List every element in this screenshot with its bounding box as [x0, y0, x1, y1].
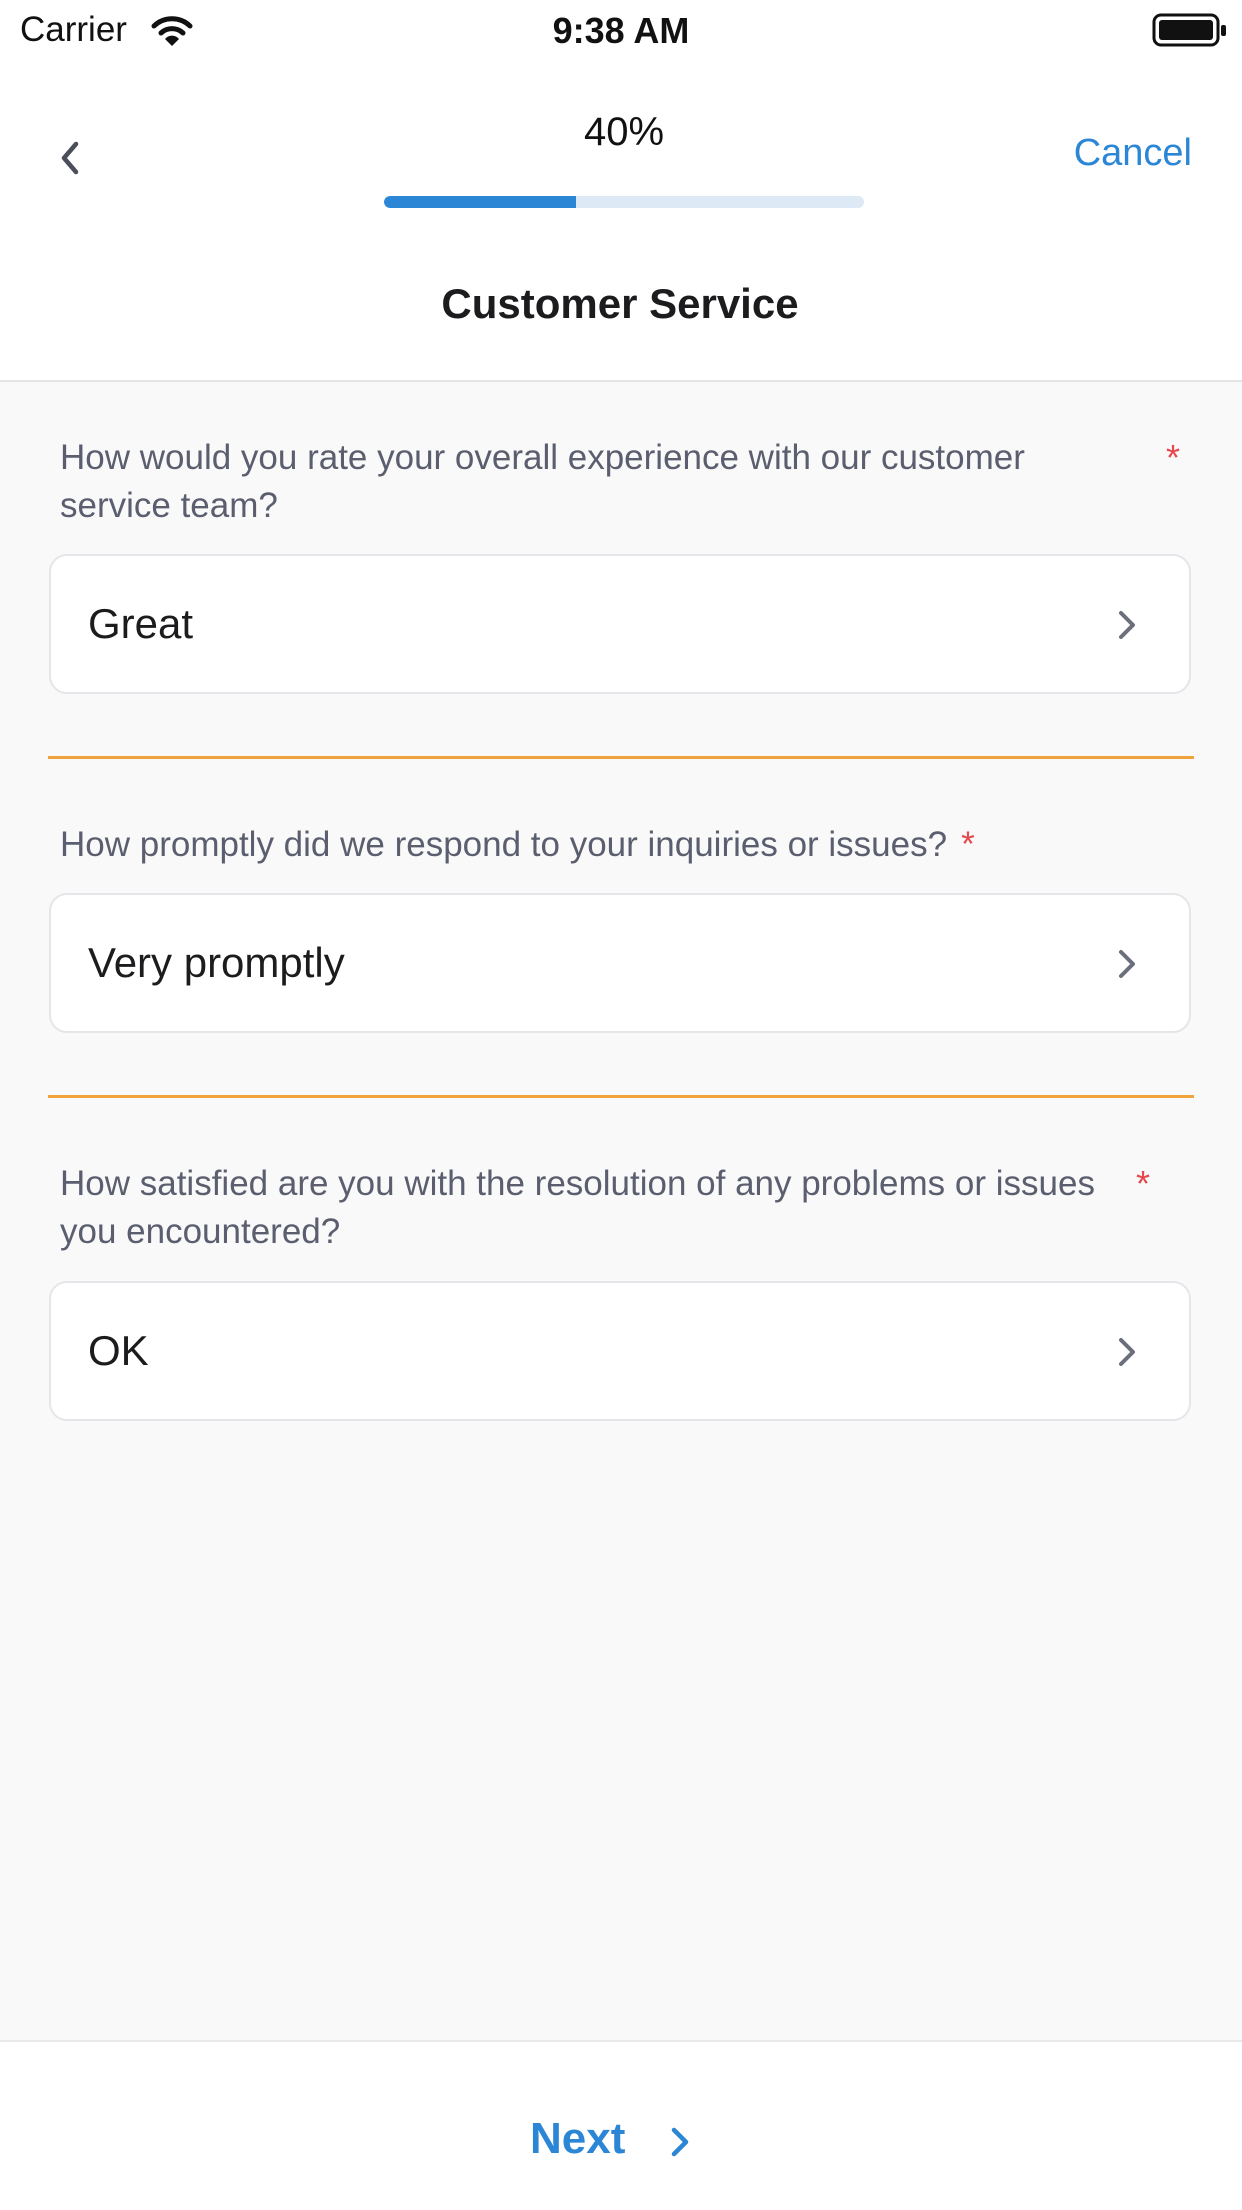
battery-icon: [1152, 13, 1228, 54]
question-3-answer-select[interactable]: OK: [49, 1281, 1191, 1421]
status-time: 9:38 AM: [552, 10, 690, 51]
survey-header: 40% Cancel Customer Service: [0, 62, 1242, 382]
required-indicator: *: [1135, 1163, 1150, 1204]
question-1-answer-select[interactable]: Great: [49, 554, 1191, 694]
question-3-label: How satisfied are you with the resolutio…: [60, 1160, 1150, 1256]
next-button[interactable]: Next: [530, 2114, 710, 2184]
progress-label: 40%: [583, 110, 665, 154]
question-1-text: How would you rate your overall experien…: [60, 438, 1025, 525]
question-3-answer-value: OK: [88, 1327, 149, 1374]
page-title: Customer Service: [441, 280, 799, 327]
required-indicator: *: [961, 825, 975, 864]
chevron-right-icon: [1115, 1332, 1141, 1377]
progress-bar: [384, 196, 864, 208]
question-2-answer-value: Very promptly: [88, 939, 345, 986]
chevron-left-icon: [52, 141, 88, 194]
section-divider: [48, 756, 1194, 759]
section-divider: [48, 1095, 1194, 1098]
question-1-label: How would you rate your overall experien…: [60, 434, 1180, 530]
chevron-right-icon: [1115, 944, 1141, 989]
status-bar: Carrier 9:38 AM: [0, 0, 1242, 62]
question-1-answer-value: Great: [88, 600, 194, 647]
chevron-right-icon: [667, 2120, 693, 2169]
question-2-text: How promptly did we respond to your inqu…: [60, 825, 948, 864]
question-2-label: How promptly did we respond to your inqu…: [60, 821, 1180, 869]
next-button-label: Next: [530, 2114, 626, 2163]
question-2-answer-select[interactable]: Very promptly: [49, 893, 1191, 1033]
chevron-right-icon: [1115, 605, 1141, 650]
footer-bar: Next: [0, 2040, 1242, 2210]
question-3-text: How satisfied are you with the resolutio…: [60, 1164, 1095, 1251]
required-indicator: *: [1165, 437, 1180, 478]
progress-bar-fill: [384, 196, 576, 208]
cancel-button[interactable]: Cancel: [1074, 132, 1192, 175]
